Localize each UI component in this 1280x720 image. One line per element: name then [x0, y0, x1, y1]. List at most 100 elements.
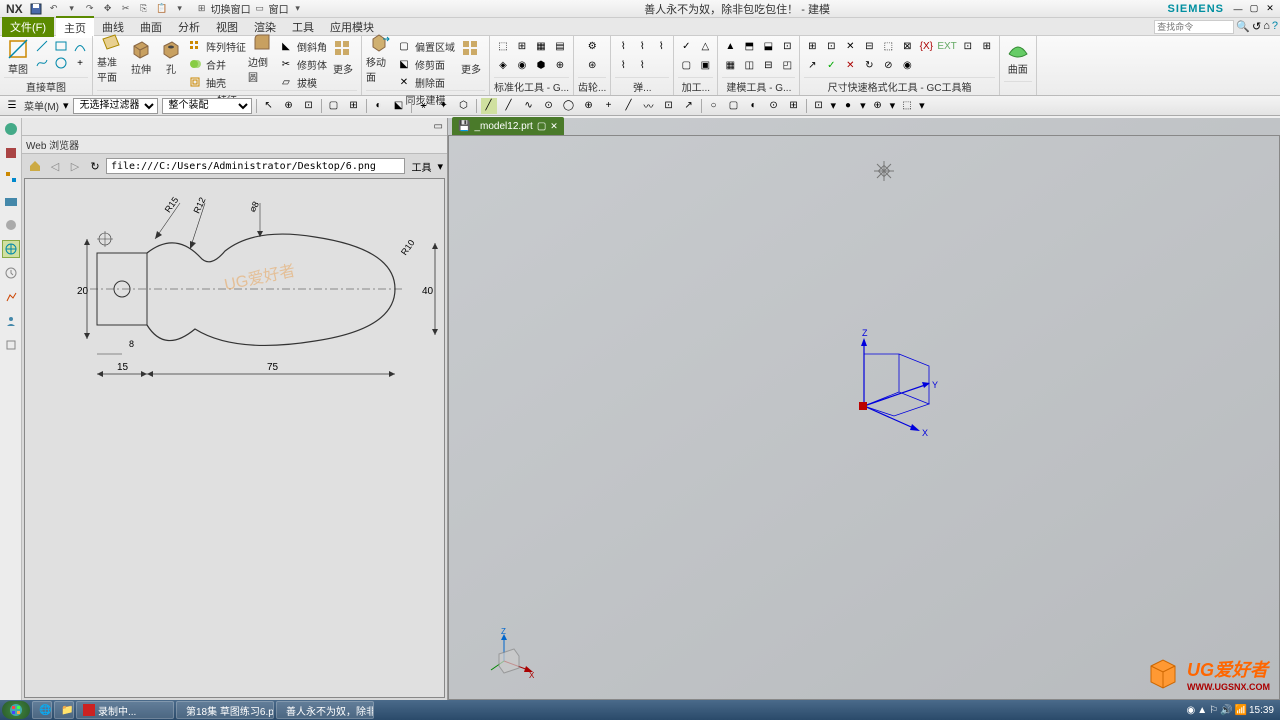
tab-tools[interactable]: 工具 [284, 17, 322, 37]
view-triad: Z X [489, 626, 539, 681]
redo-icon[interactable]: ↷ [82, 2, 98, 16]
undo-icon[interactable]: ↶ [46, 2, 62, 16]
forward-icon[interactable]: ▷ [66, 157, 84, 175]
extrude-button[interactable]: 拉伸 [127, 38, 155, 76]
search-icon[interactable]: 🔍 [1236, 20, 1250, 34]
touch-icon[interactable]: ✥ [100, 2, 116, 16]
spline-icon[interactable] [34, 55, 50, 71]
refresh-icon[interactable]: ↻ [86, 157, 104, 175]
help-icon[interactable]: ? [1272, 20, 1278, 34]
unite-icon[interactable] [187, 56, 203, 72]
sketch-button[interactable]: 草图 [4, 38, 32, 76]
left-resource-bar [0, 118, 22, 700]
save-icon[interactable] [28, 2, 44, 16]
work-csys[interactable]: Z Y X [844, 326, 944, 466]
web-panel-title: Web 浏览器 [26, 137, 79, 152]
arc-icon[interactable] [72, 38, 88, 54]
svg-text:20: 20 [77, 286, 89, 297]
svg-text:X: X [529, 671, 535, 680]
tab-close-icon[interactable]: ✕ [550, 121, 558, 132]
collapse-icon[interactable]: ⌂ [1263, 20, 1270, 34]
reuse-library-icon[interactable] [2, 192, 20, 210]
replace-face-icon[interactable]: ⬕ [396, 56, 412, 72]
svg-text:Y: Y [932, 380, 938, 390]
taskbar-item[interactable]: 第18集 草图练习6.p... [176, 701, 274, 719]
sel-icon[interactable]: ↖ [261, 98, 277, 114]
hd3d-icon[interactable] [2, 216, 20, 234]
home-icon[interactable] [26, 157, 44, 175]
chevron-down-icon[interactable]: ▾ [290, 2, 306, 16]
system-scene-icon[interactable] [2, 336, 20, 354]
chevron-down-icon[interactable]: ▾ [64, 2, 80, 16]
assembly-select[interactable]: 整个装配 [162, 98, 252, 114]
hole-button[interactable]: 孔 [157, 38, 185, 76]
trim-body-icon[interactable]: ✂ [278, 56, 294, 72]
url-input[interactable] [106, 158, 405, 174]
maximize-button[interactable]: ▢ [1246, 2, 1262, 16]
taskbar-pin-icon[interactable]: 📁 [54, 701, 74, 719]
svg-text:R12: R12 [192, 196, 208, 215]
tab-home[interactable]: 主页 [56, 16, 94, 38]
roles-icon[interactable] [2, 312, 20, 330]
cut-icon[interactable]: ✂ [118, 2, 134, 16]
menu-icon[interactable]: ☰ [4, 98, 20, 114]
tab-view[interactable]: 视图 [208, 17, 246, 37]
menu-tabs: 文件(F) 主页 曲线 曲面 分析 视图 渲染 工具 应用模块 🔍 ↺ ⌂ ? [0, 18, 1280, 36]
window-icon[interactable]: ▭ [252, 2, 268, 16]
delete-face-icon[interactable]: ✕ [396, 74, 412, 90]
app-logo: NX [2, 2, 27, 16]
file-menu[interactable]: 文件(F) [2, 17, 54, 37]
chevron-down-icon[interactable]: ▾ [172, 2, 188, 16]
recent-icon[interactable]: ↺ [1252, 20, 1261, 34]
history-icon[interactable] [2, 264, 20, 282]
taskbar-item[interactable]: 善人永不为奴，除非... [276, 701, 374, 719]
part-navigator-icon[interactable] [2, 120, 20, 138]
window-switch-label[interactable]: 切换窗口 [211, 1, 251, 16]
view-compass[interactable] [869, 156, 899, 186]
part-tab-label: _model12.prt [474, 121, 532, 132]
copy-icon[interactable]: ⎘ [136, 2, 152, 16]
surface-button[interactable]: 曲面 [1004, 38, 1032, 76]
line-icon[interactable] [34, 38, 50, 54]
paste-icon[interactable]: 📋 [154, 2, 170, 16]
minimize-button[interactable]: — [1230, 2, 1246, 16]
taskbar-item[interactable]: 录制中... [76, 701, 174, 719]
pattern-icon[interactable] [187, 38, 203, 54]
svg-text:UG爱好者: UG爱好者 [223, 262, 297, 295]
tab-maximize-icon[interactable]: ▢ [537, 121, 546, 132]
datum-plane-button[interactable]: 基准平面 [97, 38, 125, 76]
tab-analysis[interactable]: 分析 [170, 17, 208, 37]
command-search[interactable] [1154, 20, 1234, 34]
filter-select[interactable]: 无选择过滤器 [73, 98, 158, 114]
window-switch-icon[interactable]: ⊞ [194, 2, 210, 16]
process-studio-icon[interactable] [2, 288, 20, 306]
window-menu-label[interactable]: 窗口 [269, 1, 289, 16]
more-feature-button[interactable]: 更多 [329, 38, 357, 76]
part-tab[interactable]: 💾 _model12.prt ▢ ✕ [452, 117, 564, 135]
shell-icon[interactable] [187, 74, 203, 90]
back-icon[interactable]: ◁ [46, 157, 64, 175]
close-button[interactable]: ✕ [1262, 2, 1278, 16]
watermark: UG爱好者 WWW.UGSNX.COM [1143, 654, 1270, 694]
title-bar: NX ↶ ▾ ↷ ✥ ✂ ⎘ 📋 ▾ ⊞ 切换窗口 ▭ 窗口 ▾ 善人永不为奴，… [0, 0, 1280, 18]
circle-icon[interactable] [53, 55, 69, 71]
rect-icon[interactable] [53, 38, 69, 54]
constraint-navigator-icon[interactable] [2, 168, 20, 186]
graphics-area[interactable]: 💾 _model12.prt ▢ ✕ Z Y X [448, 118, 1280, 700]
start-button[interactable] [2, 701, 30, 719]
more-sync-button[interactable]: 更多 [457, 38, 485, 76]
move-face-button[interactable]: 移动面 [366, 38, 394, 76]
menu-button[interactable]: 菜单(M) [24, 98, 59, 113]
draft-icon[interactable]: ▱ [278, 74, 294, 90]
group-machining: ✓△ ▢▣ 加工... [674, 36, 718, 95]
tab-surface[interactable]: 曲面 [132, 17, 170, 37]
taskbar-pin-icon[interactable]: 🌐 [32, 701, 52, 719]
assembly-navigator-icon[interactable] [2, 144, 20, 162]
clock[interactable]: 15:39 [1249, 705, 1274, 716]
offset-region-icon[interactable]: ▢ [396, 38, 412, 54]
point-icon[interactable]: + [72, 55, 88, 71]
chamfer-icon[interactable]: ◣ [278, 38, 294, 54]
tools-button[interactable]: 工具 [407, 159, 435, 174]
web-browser-icon[interactable] [2, 240, 20, 258]
edge-blend-button[interactable]: 边倒圆 [248, 38, 276, 76]
